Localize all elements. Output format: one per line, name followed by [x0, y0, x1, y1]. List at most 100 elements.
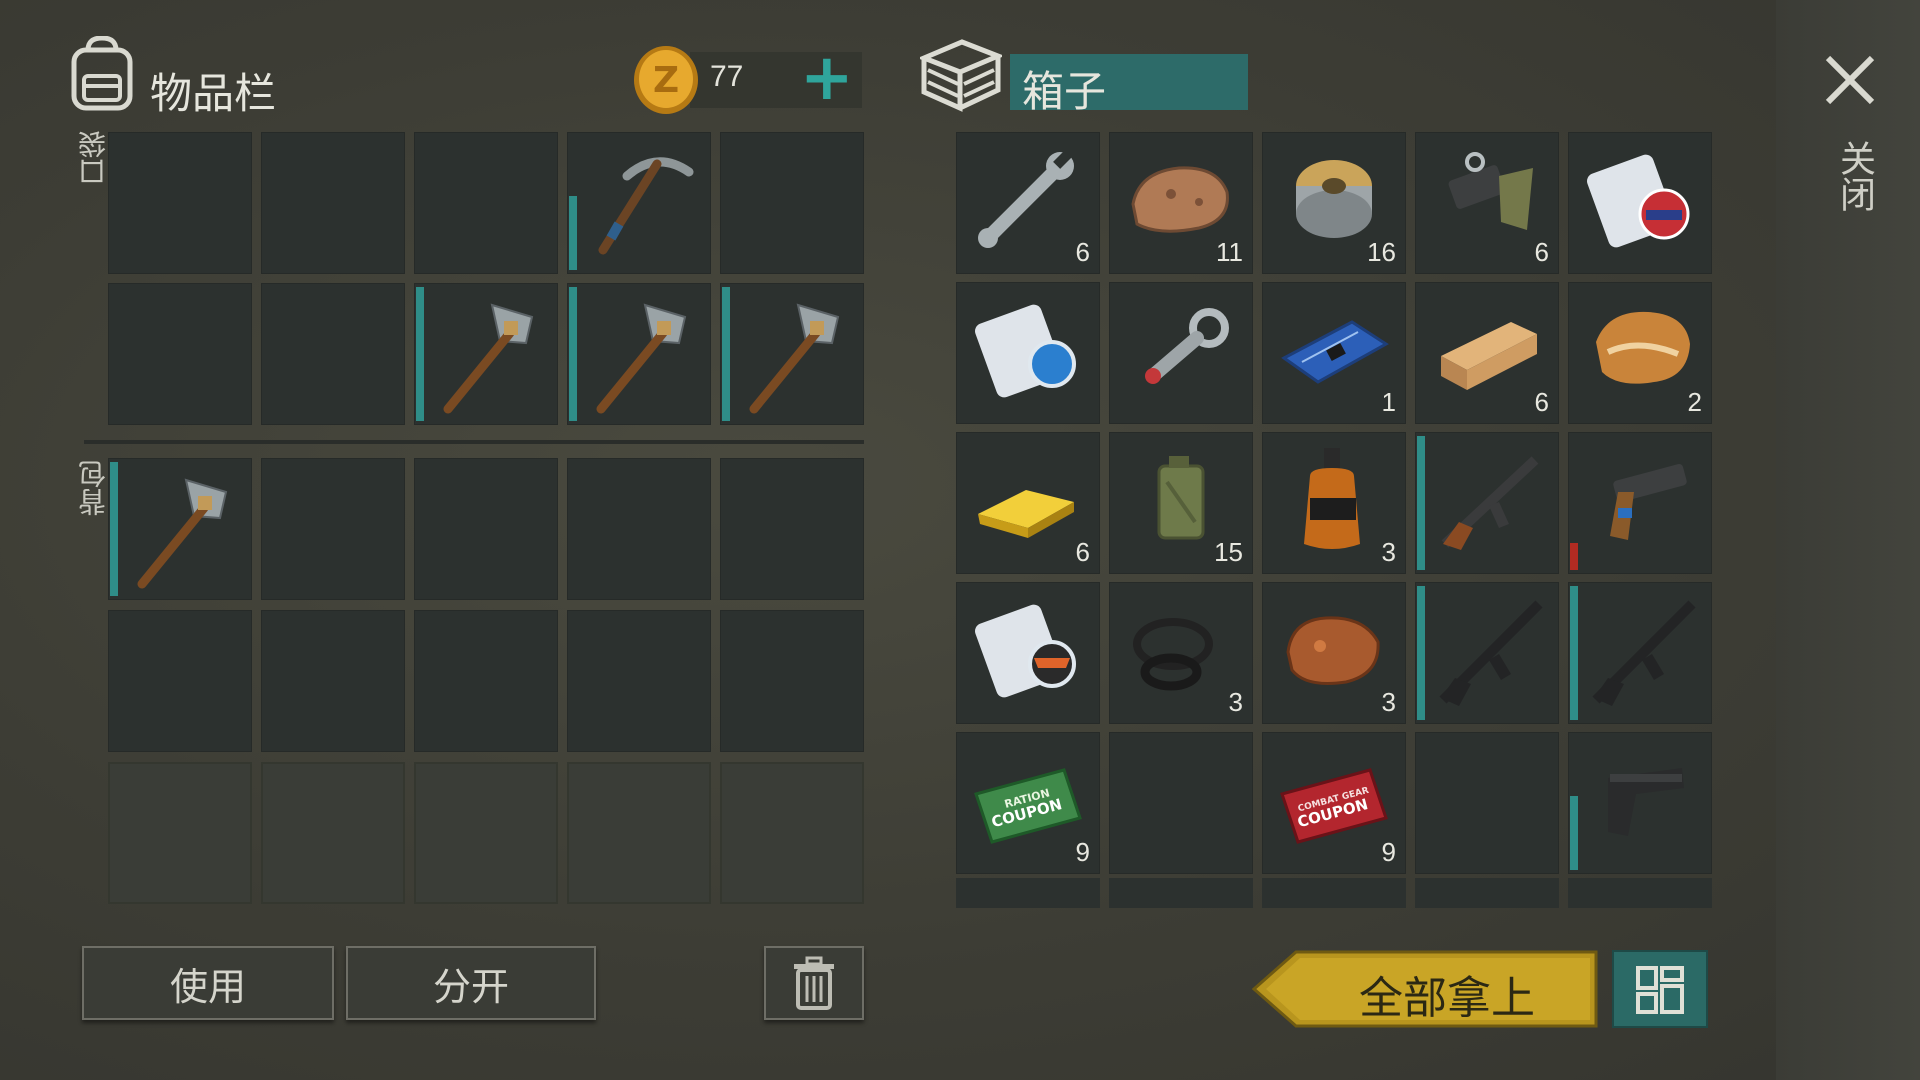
magazine-lastday-icon	[975, 604, 1076, 698]
item-quantity: 9	[1075, 837, 1090, 867]
item-quantity: 11	[1216, 237, 1243, 267]
slot-rubber-gasket[interactable]: 3	[1109, 582, 1253, 724]
item-quantity: 1	[1381, 387, 1396, 417]
empty-slot[interactable]	[261, 458, 405, 600]
slot-m16-rifle[interactable]	[1415, 582, 1559, 724]
empty-slot[interactable]	[414, 610, 558, 752]
close-button[interactable]	[1822, 52, 1878, 108]
slot-magazine-usa[interactable]	[1568, 132, 1712, 274]
take-all-label: 全部拿上	[1359, 973, 1535, 1024]
locked-slot	[108, 762, 252, 904]
hammer-icon	[749, 303, 840, 414]
locked-slot	[567, 762, 711, 904]
item-quantity: 6	[1534, 237, 1549, 267]
empty-slot[interactable]	[414, 458, 558, 600]
pistol-icon	[1608, 768, 1684, 836]
section-divider	[84, 440, 864, 444]
durability-bar	[110, 462, 118, 596]
hammer-icon	[443, 303, 534, 414]
slot-m16-rifle[interactable]	[1568, 582, 1712, 724]
slot-wood-plank[interactable]: 6	[1415, 282, 1559, 424]
slot-hammer[interactable]	[108, 458, 252, 600]
slot-copper-ore[interactable]: 11	[1109, 132, 1253, 274]
empty-slot[interactable]	[414, 132, 558, 274]
empty-slot[interactable]	[567, 458, 711, 600]
durability-bar	[1570, 543, 1578, 570]
slot-flare-gun[interactable]	[1568, 432, 1712, 574]
locked-slot	[720, 762, 864, 904]
slot-copper-nugget[interactable]: 3	[1262, 582, 1406, 724]
split-button[interactable]: 分开	[346, 946, 596, 1020]
box-next-row	[956, 878, 1712, 908]
use-button[interactable]: 使用	[82, 946, 334, 1020]
empty-slot[interactable]	[567, 610, 711, 752]
empty-slot[interactable]	[720, 458, 864, 600]
empty-slot[interactable]	[261, 132, 405, 274]
empty-slot[interactable]	[720, 610, 864, 752]
m16-rifle-icon	[1592, 600, 1696, 706]
box-icon	[917, 36, 1005, 112]
trash-button[interactable]	[764, 946, 864, 1020]
slot-magazine-lastday[interactable]	[956, 582, 1100, 724]
slot-pickaxe[interactable]	[567, 132, 711, 274]
empty-slot[interactable]	[261, 283, 405, 425]
slot-combat-gear-coupon[interactable]: COMBAT GEAR COUPON 9	[1262, 732, 1406, 874]
item-quantity: 16	[1367, 237, 1396, 267]
pickaxe-icon	[598, 157, 694, 255]
inventory-title: 物品栏	[150, 69, 277, 118]
slot-ak-rifle[interactable]	[1415, 432, 1559, 574]
slot-whiskey[interactable]: 3	[1262, 432, 1406, 574]
ak-rifle-icon	[1441, 456, 1539, 550]
locked-slot	[261, 762, 405, 904]
sort-button[interactable]	[1612, 950, 1708, 1028]
empty-slot[interactable]	[108, 283, 252, 425]
item-quantity: 2	[1687, 387, 1702, 417]
coin-icon: Z	[632, 44, 700, 116]
slot-gold-bar[interactable]: 6	[956, 432, 1100, 574]
empty-slot[interactable]	[720, 132, 864, 274]
empty-slot[interactable]	[108, 132, 252, 274]
slot-weapon-parts[interactable]: 6	[1415, 132, 1559, 274]
empty-slot[interactable]	[108, 610, 252, 752]
durability-bar	[722, 287, 730, 421]
backpack-icon	[66, 35, 138, 112]
slot-wrench[interactable]: 6	[956, 132, 1100, 274]
durability-bar	[569, 196, 577, 270]
flare-gun-icon	[1610, 463, 1687, 540]
grid-sort-icon	[1636, 966, 1684, 1014]
close-icon	[1825, 55, 1875, 105]
item-quantity: 15	[1214, 537, 1243, 567]
empty-slot[interactable]	[1109, 732, 1253, 874]
slot-hammer[interactable]	[414, 283, 558, 425]
item-quantity: 3	[1381, 537, 1396, 567]
slot-piston-rod[interactable]	[1109, 282, 1253, 424]
empty-slot[interactable]	[1415, 732, 1559, 874]
locked-slot	[414, 762, 558, 904]
durability-bar	[1570, 586, 1578, 720]
trash-icon	[794, 956, 834, 1010]
item-quantity: 6	[1075, 237, 1090, 267]
empty-slot[interactable]	[261, 610, 405, 752]
item-quantity: 6	[1075, 537, 1090, 567]
slot-circuit-board[interactable]: 1	[1262, 282, 1406, 424]
take-all-button[interactable]: 全部拿上	[1252, 950, 1598, 1028]
slot-hammer[interactable]	[567, 283, 711, 425]
slot-wire-spool[interactable]: 16	[1262, 132, 1406, 274]
durability-bar	[1417, 586, 1425, 720]
durability-bar	[416, 287, 424, 421]
durability-bar	[1417, 436, 1425, 570]
magazine-blue-icon	[975, 304, 1076, 398]
slot-pistol[interactable]	[1568, 732, 1712, 874]
slot-magazine-blue[interactable]	[956, 282, 1100, 424]
durability-bar	[569, 287, 577, 421]
item-quantity: 3	[1228, 687, 1243, 717]
slot-hammer[interactable]	[720, 283, 864, 425]
add-coins-button[interactable]: +	[800, 38, 854, 118]
slot-fur-pelt[interactable]: 2	[1568, 282, 1712, 424]
slot-jerrycan[interactable]: 15	[1109, 432, 1253, 574]
slot-ration-coupon[interactable]: RATION COUPON 9	[956, 732, 1100, 874]
item-quantity: 9	[1381, 837, 1396, 867]
hammer-icon	[596, 303, 687, 414]
close-label[interactable]: 关闭	[1828, 140, 1880, 212]
hammer-icon	[137, 478, 228, 589]
